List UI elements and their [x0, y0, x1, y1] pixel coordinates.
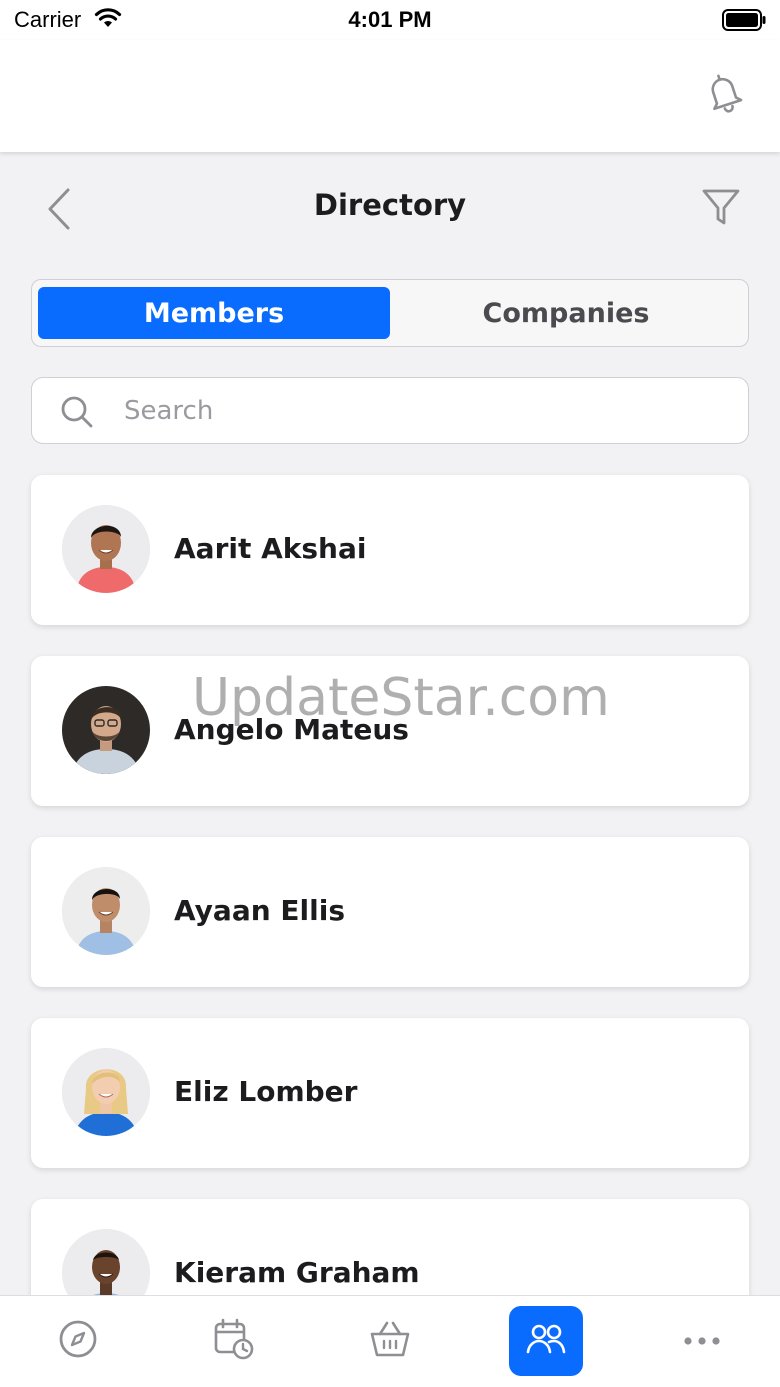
tab-explore[interactable] [41, 1306, 115, 1376]
bell-icon[interactable] [704, 71, 744, 117]
calendar-clock-icon [212, 1317, 256, 1365]
member-card[interactable]: Ayaan Ellis [31, 837, 749, 987]
avatar [62, 867, 150, 955]
avatar [62, 1048, 150, 1136]
member-name: Ayaan Ellis [174, 894, 345, 927]
avatar [62, 686, 150, 774]
filter-icon[interactable] [700, 186, 742, 228]
search-input[interactable] [124, 390, 724, 432]
tab-shop[interactable] [353, 1306, 427, 1376]
people-icon [525, 1319, 567, 1363]
member-name: Eliz Lomber [174, 1075, 358, 1108]
compass-icon [57, 1318, 99, 1364]
member-card[interactable]: Kieram Graham [31, 1199, 749, 1295]
tab-schedule[interactable] [197, 1306, 271, 1376]
page-title: Directory [313, 188, 467, 222]
member-card[interactable]: Eliz Lomber [31, 1018, 749, 1168]
search-icon [60, 395, 94, 429]
member-name: Kieram Graham [174, 1256, 420, 1289]
tab-members[interactable]: Members [38, 287, 390, 339]
member-card[interactable]: Aarit Akshai [31, 475, 749, 625]
tab-more[interactable] [665, 1306, 739, 1376]
title-bar: Directory [0, 170, 780, 244]
member-name: Aarit Akshai [174, 532, 367, 565]
search-bar[interactable] [31, 377, 749, 444]
avatar [62, 1229, 150, 1295]
more-icon [682, 1332, 722, 1351]
segmented-control: Members Companies [31, 279, 749, 347]
tab-bar [0, 1295, 780, 1387]
tab-companies[interactable]: Companies [390, 287, 742, 339]
watermark: UpdateStar.com [192, 668, 610, 728]
tab-directory[interactable] [509, 1306, 583, 1376]
basket-icon [368, 1317, 412, 1365]
top-header [0, 40, 780, 152]
avatar [62, 505, 150, 593]
